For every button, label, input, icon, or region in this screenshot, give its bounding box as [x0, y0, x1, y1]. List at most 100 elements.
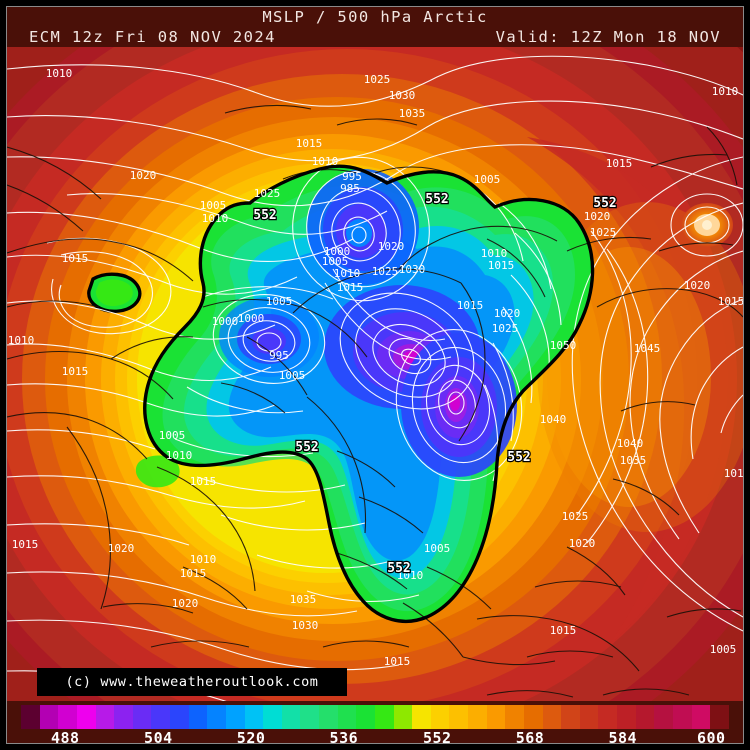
isobar-label-1010: 1010	[724, 467, 743, 480]
isobar-label-1025: 1025	[254, 187, 281, 200]
colorbar-swatch-36	[691, 705, 711, 729]
colorbar-tick-labels: 488 504 520 536 552 568 584 600	[21, 729, 729, 744]
attribution-bar: (c) www.theweatheroutlook.com	[37, 668, 347, 696]
model-run-label: ECM 12z Fri 08 NOV 2024	[29, 28, 276, 46]
isobar-label-1025: 1025	[590, 226, 617, 239]
colorbar-swatch-6	[132, 705, 152, 729]
isobar-label-1020: 1020	[130, 169, 157, 182]
attribution-text: (c) www.theweatheroutlook.com	[65, 674, 319, 690]
isobar-label-1010: 1010	[8, 334, 35, 347]
colorbar-swatch-2	[58, 705, 77, 729]
isobar-label-1015: 1015	[62, 365, 89, 378]
colorbar-swatch-20	[393, 705, 413, 729]
isobar-label-985: 985	[340, 182, 360, 195]
isobar-label-1010: 1010	[166, 449, 193, 462]
height-label-552: 552	[425, 192, 448, 207]
isobar-label-1030: 1030	[292, 619, 319, 632]
colorbar-swatch-37	[710, 705, 729, 729]
isobar-label-1020: 1020	[494, 307, 521, 320]
colorbar-swatch-10	[207, 705, 226, 729]
isobar-label-1015: 1015	[337, 281, 364, 294]
page-title: MSLP / 500 hPa Arctic	[262, 8, 488, 26]
colorbar-swatches	[21, 705, 729, 729]
isobar-label-1020: 1020	[108, 542, 135, 555]
colorbar-swatch-27	[523, 705, 543, 729]
map-canvas: 1010 1010 1020 1025 1025 1030 1035 1015 1010 995 9…	[7, 7, 743, 743]
isobar-label-1010: 1010	[202, 212, 229, 225]
isobar-label-1025: 1025	[364, 73, 391, 86]
colorbar-swatch-34	[654, 705, 673, 729]
height-label-552: 552	[295, 440, 318, 455]
isobar-label-1005: 1005	[200, 199, 227, 212]
isobar-label-1020: 1020	[378, 240, 405, 253]
isobar-label-1035: 1035	[399, 107, 426, 120]
isobar-label-1015: 1015	[62, 252, 89, 265]
isobar-label-1010: 1010	[190, 553, 217, 566]
isobar-label-1010: 1010	[46, 67, 73, 80]
colorbar-swatch-13	[263, 705, 282, 729]
colorbar-swatch-30	[579, 705, 599, 729]
colorbar-swatch-9	[188, 705, 208, 729]
isobar-label-995: 995	[269, 349, 289, 362]
colorbar-swatch-15	[300, 705, 319, 729]
isobar-label-1030: 1030	[389, 89, 416, 102]
valid-time-label: Valid: 12Z Mon 18 NOV	[495, 28, 721, 46]
mslp-500hpa-arctic-map: 1010101010201025102510301035101510109959…	[7, 7, 743, 743]
isobar-label-1025: 1025	[492, 322, 519, 335]
height-label-552: 552	[507, 450, 530, 465]
isobar-label-1010: 1010	[312, 155, 339, 168]
colorbar-tick-568: 568	[515, 729, 545, 744]
colorbar-tick-520: 520	[236, 729, 266, 744]
colorbar-swatch-19	[374, 705, 394, 729]
isobar-label-1010: 1010	[712, 85, 739, 98]
colorbar-swatch-23	[449, 705, 468, 729]
colorbar-tick-504: 504	[144, 729, 173, 744]
isobar-label-1040: 1040	[540, 413, 567, 426]
isobar-label-1015: 1015	[180, 567, 207, 580]
isobar-label-1020: 1020	[172, 597, 199, 610]
colorbar-swatch-35	[672, 705, 692, 729]
isobar-label-1015: 1015	[296, 137, 323, 150]
colorbar-tick-552: 552	[423, 729, 452, 744]
isobar-label-1020: 1020	[569, 537, 596, 550]
colorbar-panel: 488 504 520 536 552 568 584 600	[7, 701, 743, 744]
weather-map-page: 1010 1010 1020 1025 1025 1030 1035 1015 1010 995 9…	[0, 0, 750, 750]
isobar-label-1045: 1045	[634, 342, 661, 355]
colorbar-swatch-7	[151, 705, 170, 729]
colorbar-swatch-0	[21, 705, 40, 729]
isobar-label-1005: 1005	[266, 295, 293, 308]
isobar-label-1040: 1040	[617, 437, 644, 450]
isobar-label-1005: 1005	[474, 173, 501, 186]
isobar-label-1025: 1025	[372, 265, 399, 278]
isobar-label-1005: 1005	[710, 643, 737, 656]
colorbar-swatch-8	[170, 705, 189, 729]
isobar-label-1015: 1015	[384, 655, 411, 668]
height-label-552: 552	[253, 208, 276, 223]
colorbar-swatch-25	[486, 705, 506, 729]
isobar-label-1035: 1035	[290, 593, 317, 606]
isobar-label-1015: 1015	[190, 475, 217, 488]
colorbar-swatch-24	[468, 705, 487, 729]
isobar-label-1000: 1000	[238, 312, 265, 325]
colorbar-swatch-16	[319, 705, 338, 729]
colorbar-swatch-14	[281, 705, 301, 729]
colorbar-tick-600: 600	[697, 729, 726, 744]
colorbar-swatch-22	[430, 705, 450, 729]
colorbar-swatch-31	[598, 705, 617, 729]
height-label-552: 552	[593, 196, 616, 211]
isobar-label-1015: 1015	[488, 259, 515, 272]
isobar-label-1015: 1015	[606, 157, 633, 170]
isobar-label-1000: 1000	[212, 315, 239, 328]
isobar-label-1030: 1030	[399, 263, 426, 276]
colorbar-swatch-4	[95, 705, 115, 729]
height-label-552: 552	[387, 561, 410, 576]
isobar-label-1020: 1020	[584, 210, 611, 223]
colorbar-swatch-12	[244, 705, 264, 729]
colorbar-swatch-18	[356, 705, 375, 729]
colorbar-swatch-26	[505, 705, 524, 729]
colorbar-tick-536: 536	[329, 729, 359, 744]
isobar-label-1015: 1015	[550, 624, 577, 637]
isobar-label-1050: 1050	[550, 339, 577, 352]
isobar-label-1015: 1015	[12, 538, 39, 551]
colorbar-swatch-5	[114, 705, 133, 729]
